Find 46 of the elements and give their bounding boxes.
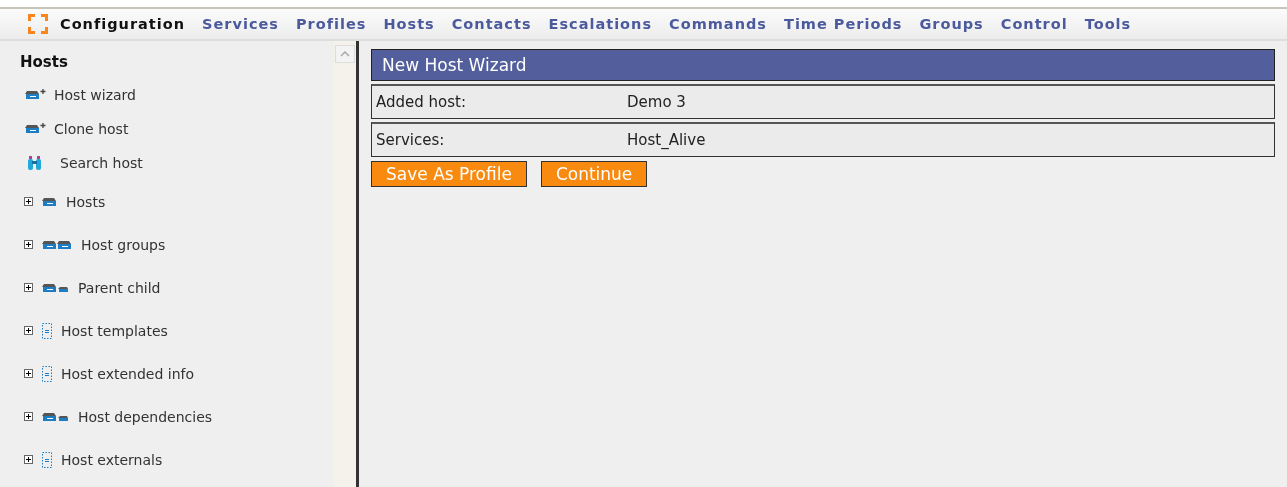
nav-tab[interactable]: Time Periods [784,16,920,32]
tree-item[interactable]: Host groups [81,236,166,253]
nav-tab[interactable]: Profiles [295,16,384,32]
sidebar-link[interactable]: Clone host [54,121,129,137]
nav-tab[interactable]: Hosts [383,16,452,32]
field-value: Demo 3 [627,93,686,111]
expand-icon[interactable] [24,369,33,378]
tree-item[interactable]: Parent child [78,279,161,296]
nav-tab[interactable]: Groups [919,16,1001,32]
expand-icon[interactable] [24,283,33,292]
servers-icon [41,410,70,423]
binoculars-icon [28,156,42,170]
expand-icon[interactable] [24,326,33,335]
tree-item[interactable]: Hosts [66,193,106,210]
sidebar-link[interactable]: Search host [60,155,143,171]
servers-icon [41,281,70,294]
nav-tab[interactable]: Control [1000,16,1085,32]
expand-icon[interactable] [24,197,33,206]
nav-tab[interactable]: Configuration [60,16,203,32]
field-label: Services: [375,131,446,149]
expand-icon[interactable] [24,412,33,421]
tree-item[interactable]: Host externals [61,451,163,468]
caret-up-icon [340,51,350,57]
nav-tab[interactable]: Escalations [548,16,670,32]
server-plus-icon [24,123,46,135]
nav-tab[interactable]: Services [202,16,296,32]
tree-item[interactable]: Host templates [61,322,168,339]
wizard-header: New Host Wizard [371,49,1275,81]
servers-icon [41,238,73,251]
expand-icon[interactable] [24,455,33,464]
document-icon [41,321,53,340]
server-icon [41,195,58,208]
tree-item[interactable]: Host dependencies [78,408,213,425]
document-icon [41,450,53,469]
sidebar-title: Hosts [20,53,69,71]
sidebar-link[interactable]: Host wizard [54,87,136,103]
nav-tab[interactable]: Tools [1084,16,1149,32]
logo-icon [28,14,48,34]
field-label: Added host: [375,93,467,111]
document-icon [41,364,53,383]
nav-tab[interactable]: Contacts [451,16,549,32]
field-value: Host_Alive [627,131,706,149]
tree-item[interactable]: Host extended info [61,365,195,382]
nav-tab[interactable]: Commands [669,16,784,32]
expand-icon[interactable] [24,240,33,249]
server-plus-icon [24,89,46,101]
